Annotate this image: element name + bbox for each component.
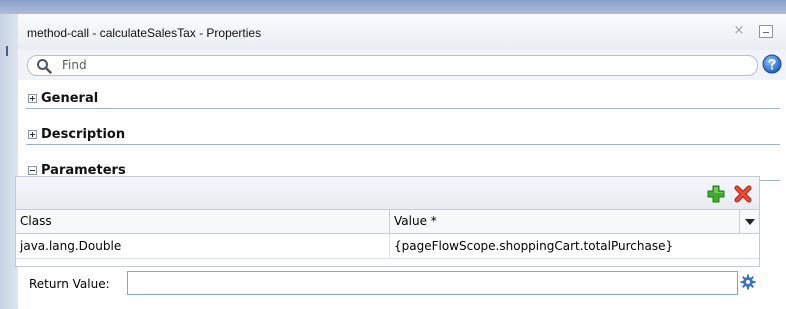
column-header-value[interactable]: Value * — [390, 209, 740, 234]
section-description-label: Description — [41, 127, 126, 142]
gear-icon[interactable] — [740, 274, 756, 290]
table-toolbar — [16, 177, 759, 209]
column-header-class-label: Class — [20, 214, 52, 228]
section-general-label: General — [41, 91, 99, 106]
cell-value[interactable]: {pageFlowScope.shoppingCart.totalPurchas… — [394, 239, 673, 253]
add-icon[interactable] — [707, 185, 725, 203]
parameters-table: Class Value * java.lang.Double {pageFlow… — [15, 176, 760, 267]
collapse-icon — [28, 166, 37, 175]
search-box[interactable] — [27, 55, 758, 76]
window-top-strip — [0, 0, 786, 14]
table-row[interactable]: java.lang.Double {pageFlowScope.shopping… — [16, 234, 759, 259]
section-description[interactable]: Description — [26, 126, 780, 145]
expand-icon — [28, 130, 37, 139]
minimize-button[interactable] — [759, 25, 773, 38]
close-button[interactable]: × — [732, 24, 746, 38]
search-input[interactable] — [62, 57, 742, 73]
column-menu-button[interactable] — [740, 209, 759, 234]
column-divider — [389, 234, 390, 258]
panel-titlebar: method-call - calculateSalesTax - Proper… — [18, 14, 786, 50]
help-icon[interactable] — [762, 54, 782, 74]
dock-marker — [6, 46, 8, 56]
cell-class: java.lang.Double — [20, 239, 122, 253]
search-icon — [37, 59, 52, 74]
find-bar — [18, 50, 786, 80]
column-header-class[interactable]: Class — [16, 209, 390, 234]
delete-icon[interactable] — [734, 185, 752, 203]
panel-title: method-call - calculateSalesTax - Proper… — [27, 26, 262, 40]
return-value-input[interactable] — [127, 271, 738, 295]
chevron-down-icon — [745, 219, 755, 225]
expand-icon — [28, 94, 37, 103]
column-header-value-label: Value * — [394, 214, 437, 228]
section-general[interactable]: General — [26, 90, 780, 109]
return-value-label: Return Value: — [29, 277, 110, 291]
